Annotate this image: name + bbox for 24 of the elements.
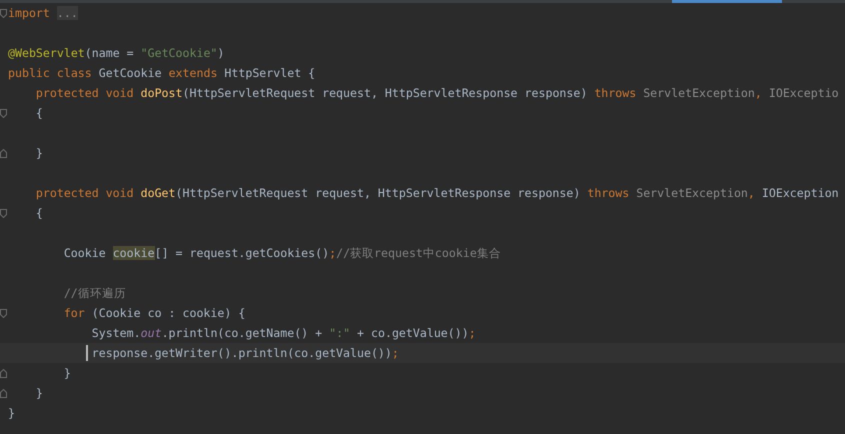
text-cursor — [86, 345, 88, 361]
code-line: protected void doGet(HttpServletRequest request, HttpServletResponse response) throws ServletException, IOException — [36, 185, 839, 201]
code-line: Cookie cookie[] = request.getCookies();//获取request中cookie集合 — [64, 245, 501, 261]
fold-icon[interactable] — [0, 368, 7, 378]
code-line: //循环遍历 — [64, 285, 126, 301]
fold-icon[interactable] — [0, 208, 7, 218]
code-line: @WebServlet(name = "GetCookie") — [8, 45, 224, 61]
code-line: protected void doPost(HttpServletRequest request, HttpServletResponse response) throws ServletException, IOExceptio — [36, 85, 839, 101]
code-line: } — [36, 385, 43, 401]
fold-icon[interactable] — [0, 108, 7, 118]
code-line: { — [36, 105, 43, 121]
code-line: import ... — [8, 5, 78, 21]
code-line: } — [8, 405, 15, 421]
fold-icon[interactable] — [0, 388, 7, 398]
code-line: for (Cookie co : cookie) { — [64, 305, 246, 321]
code-line: } — [36, 145, 43, 161]
code-line: response.getWriter().println(co.getValue()); — [92, 345, 399, 361]
code-line: public class GetCookie extends HttpServlet { — [8, 65, 316, 81]
fold-icon[interactable] — [0, 308, 7, 318]
fold-icon[interactable] — [0, 8, 7, 18]
code-line: { — [36, 205, 43, 221]
fold-icon[interactable] — [0, 148, 7, 158]
code-line: System.out.println(co.getName() + ":" + co.getValue()); — [92, 325, 476, 341]
code-line: } — [64, 365, 71, 381]
